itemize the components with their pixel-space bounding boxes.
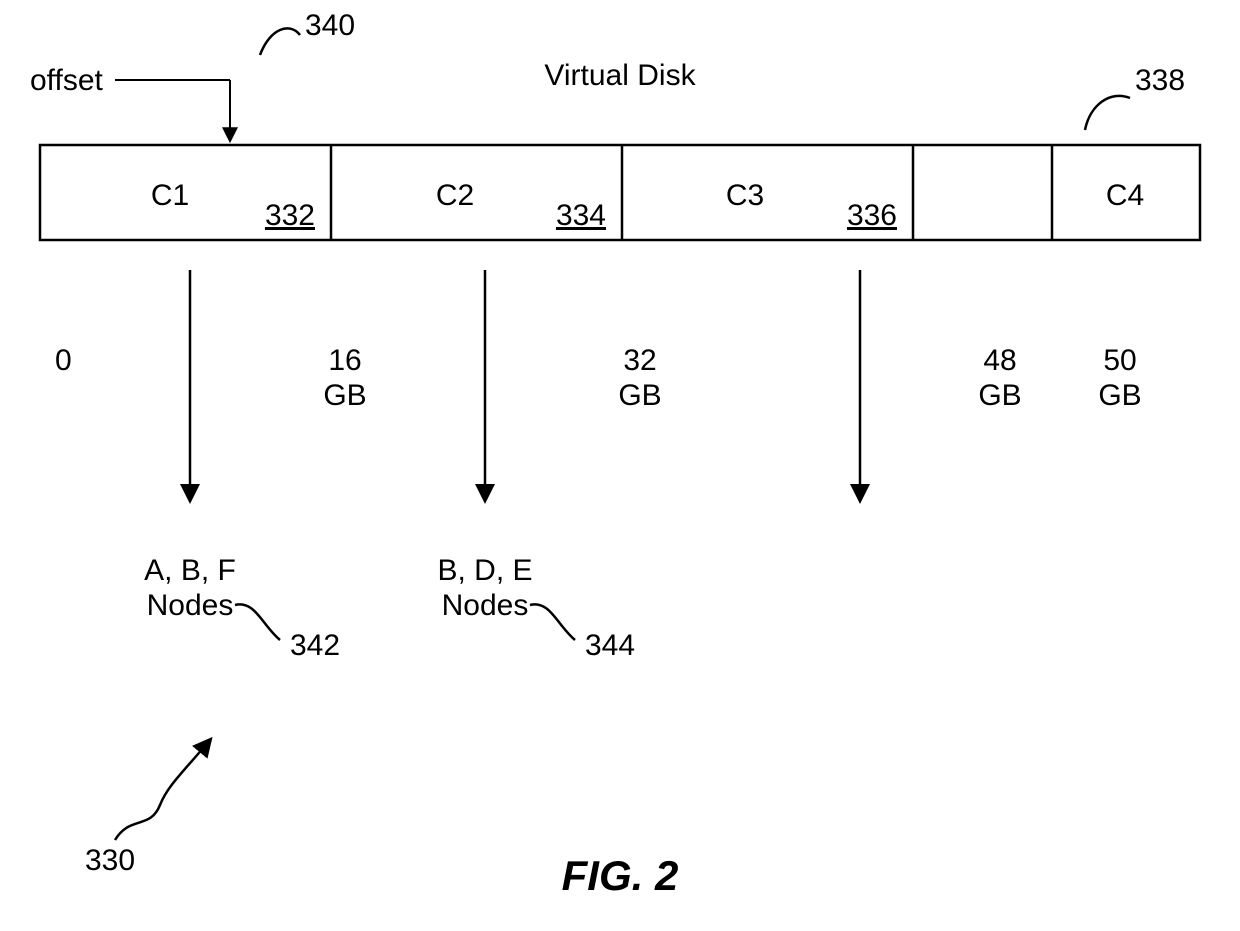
- chunk-c1-ref: 332: [265, 199, 315, 232]
- nodes2-callout-number: 344: [585, 629, 635, 662]
- chunk-c3-label: C3: [726, 179, 764, 212]
- chunk-c3-ref: 336: [847, 199, 897, 232]
- boundary-16-unit: GB: [323, 379, 366, 412]
- nodes1-members: A, B, F: [144, 554, 236, 587]
- boundary-48-val: 48: [983, 344, 1016, 377]
- chunk-c2-label: C2: [436, 179, 474, 212]
- boundary-48-unit: GB: [978, 379, 1021, 412]
- boundary-32-val: 32: [623, 344, 656, 377]
- virtual-disk-diagram: Virtual Disk offset 340 338 C1 332 C2 33…: [0, 0, 1240, 931]
- overall-callout-arrow: [115, 740, 210, 840]
- nodes1-callout-curve: [235, 604, 280, 640]
- nodes2-callout-curve: [530, 604, 575, 640]
- virtual-disk-bar: C1 332 C2 334 C3 336 C4: [40, 145, 1200, 240]
- figure-caption: FIG. 2: [562, 852, 679, 899]
- boundary-32-unit: GB: [618, 379, 661, 412]
- boundary-16-val: 16: [328, 344, 361, 377]
- nodes1-callout-number: 342: [290, 629, 340, 662]
- boundary-0: 0: [55, 344, 72, 377]
- chunk-c1-label: C1: [151, 179, 189, 212]
- chunk-c2-ref: 334: [556, 199, 606, 232]
- boundary-50-val: 50: [1103, 344, 1136, 377]
- offset-label: offset: [30, 64, 103, 97]
- nodes2-label: Nodes: [442, 589, 529, 622]
- c4-callout-number: 338: [1135, 64, 1185, 97]
- nodes2-members: B, D, E: [437, 554, 532, 587]
- boundary-50-unit: GB: [1098, 379, 1141, 412]
- chunk-c4-label: C4: [1106, 179, 1144, 212]
- overall-callout-number: 330: [85, 844, 135, 877]
- offset-callout-number: 340: [305, 9, 355, 42]
- diagram-title: Virtual Disk: [544, 59, 696, 92]
- nodes1-label: Nodes: [147, 589, 234, 622]
- c4-callout-curve: [1085, 96, 1130, 130]
- offset-callout-curve: [260, 28, 300, 55]
